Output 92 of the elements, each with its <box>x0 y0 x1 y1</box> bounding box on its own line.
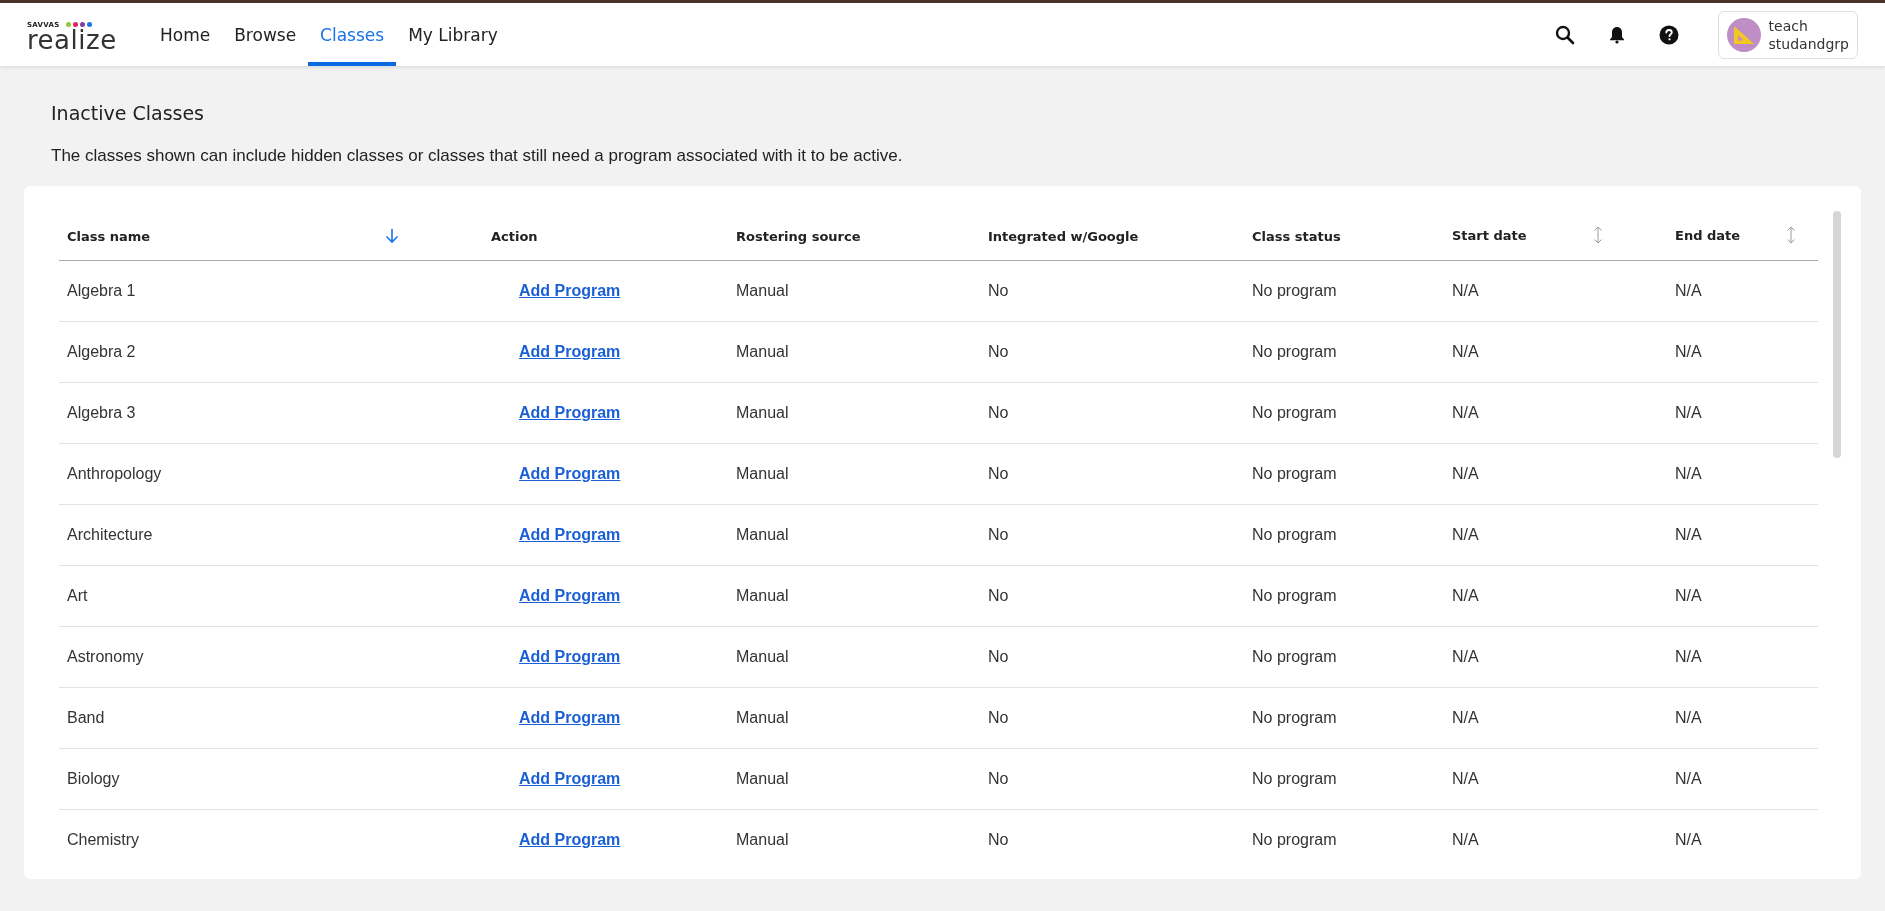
table-cell-text: No <box>987 343 1010 361</box>
add-program-link[interactable]: Add Program <box>519 526 621 543</box>
table-cell-text: No program <box>1251 587 1338 605</box>
table-cell-text: N/A <box>1674 770 1703 788</box>
help-icon[interactable] <box>1658 24 1679 45</box>
table-cell-text: Algebra 3 <box>66 404 137 422</box>
table-cell-text: Anthropology <box>66 465 163 483</box>
table-cell-text: No program <box>1251 770 1338 788</box>
table-cell-text: N/A <box>1451 343 1480 361</box>
table-cell-text: Algebra 1 <box>66 282 137 300</box>
table-cell-text: N/A <box>1451 465 1480 483</box>
table-cell-text: Biology <box>66 770 121 788</box>
add-program-link[interactable]: Add Program <box>519 709 621 726</box>
table-cell-text: No program <box>1251 343 1338 361</box>
add-program-link[interactable]: Add Program <box>519 587 621 604</box>
table-cell-text: No <box>987 404 1010 422</box>
table-cell-text: No program <box>1251 282 1338 300</box>
add-program-link[interactable]: Add Program <box>519 404 621 421</box>
table-cell-text: No <box>987 465 1010 483</box>
add-program-link[interactable]: Add Program <box>519 648 621 665</box>
table-cell-text: Manual <box>735 770 790 788</box>
nav-tab[interactable]: Browse <box>222 3 309 66</box>
table-cell-text: Art <box>66 587 89 605</box>
sort-descending-icon[interactable] <box>385 228 399 244</box>
table-cell-text: N/A <box>1451 526 1480 544</box>
table-cell-text: No program <box>1251 465 1338 483</box>
column-header: Rostering source <box>736 229 861 244</box>
table-cell-text: N/A <box>1451 404 1480 422</box>
nav-tab[interactable]: Home <box>148 3 223 66</box>
table-cell-text: Manual <box>735 465 790 483</box>
add-program-link[interactable]: Add Program <box>519 343 621 360</box>
table-cell-text: No program <box>1251 648 1338 666</box>
table-cell-text: N/A <box>1674 343 1703 361</box>
table-cell-text: No program <box>1251 526 1338 544</box>
table-cell-text: No <box>987 648 1010 666</box>
table-cell-text: N/A <box>1674 709 1703 727</box>
sort-icon[interactable] <box>1593 226 1603 244</box>
avatar-icon <box>1726 17 1761 52</box>
table-cell-text: N/A <box>1451 709 1480 727</box>
column-header: Integrated w/Google <box>988 229 1139 244</box>
table-cell-text: Manual <box>735 709 790 727</box>
table-cell-text: No <box>987 587 1010 605</box>
table-cell-text: N/A <box>1674 831 1703 849</box>
table-cell-text: N/A <box>1451 648 1480 666</box>
column-header: Action <box>491 229 538 244</box>
table-cell-text: N/A <box>1674 526 1703 544</box>
table-cell-text: N/A <box>1451 587 1480 605</box>
notification-bell-icon[interactable] <box>1608 25 1625 44</box>
table-cell-text: No program <box>1251 404 1338 422</box>
table-cell-text: N/A <box>1451 831 1480 849</box>
table-cell-text: No program <box>1251 831 1338 849</box>
table-cell-text: Manual <box>735 404 790 422</box>
nav-tab[interactable]: My Library <box>396 3 510 66</box>
table-cell-text: N/A <box>1451 770 1480 788</box>
add-program-link[interactable]: Add Program <box>519 282 621 299</box>
sort-icon[interactable] <box>1786 226 1796 244</box>
nav-tab[interactable]: Classes <box>308 3 397 66</box>
table-cell-text: Manual <box>735 343 790 361</box>
table-cell-text: N/A <box>1674 587 1703 605</box>
table-cell-text: Algebra 2 <box>66 343 137 361</box>
user-menu-button[interactable]: teach studandgrp <box>1717 10 1858 59</box>
table-cell-text: N/A <box>1674 465 1703 483</box>
table-cell-text: No <box>987 770 1010 788</box>
column-header: Class status <box>1252 229 1341 244</box>
scrollbar[interactable] <box>1833 211 1841 458</box>
table-cell-text: Chemistry <box>66 831 140 849</box>
table-cell-text: No <box>987 831 1010 849</box>
search-icon[interactable] <box>1554 24 1575 45</box>
table-cell-text: N/A <box>1674 404 1703 422</box>
column-header: Start date <box>1452 227 1527 243</box>
column-header: End date <box>1675 227 1741 243</box>
table-cell-text: Manual <box>735 831 790 849</box>
add-program-link[interactable]: Add Program <box>519 465 621 482</box>
table-cell-text: No <box>987 282 1010 300</box>
page-description: The classes shown can include hidden classes or classes that still need a program associated with it to be active. <box>51 146 904 166</box>
table-cell-text: N/A <box>1674 282 1703 300</box>
table-cell-text: Architecture <box>66 526 154 544</box>
table-cell-text: No <box>987 526 1010 544</box>
add-program-link[interactable]: Add Program <box>519 770 621 787</box>
add-program-link[interactable]: Add Program <box>519 831 621 848</box>
table-cell-text: N/A <box>1674 648 1703 666</box>
table-cell-text: Astronomy <box>66 648 145 666</box>
table-cell-text: Manual <box>735 587 790 605</box>
table-cell-text: N/A <box>1451 282 1480 300</box>
table-cell-text: Band <box>66 709 106 727</box>
page-title: Inactive Classes <box>51 102 205 124</box>
table-cell-text: No <box>987 709 1010 727</box>
column-header: Class name <box>67 228 151 244</box>
table-cell-text: Manual <box>735 282 790 300</box>
table-cell-text: Manual <box>735 526 790 544</box>
table-cell-text: No program <box>1251 709 1338 727</box>
table-cell-text: Manual <box>735 648 790 666</box>
